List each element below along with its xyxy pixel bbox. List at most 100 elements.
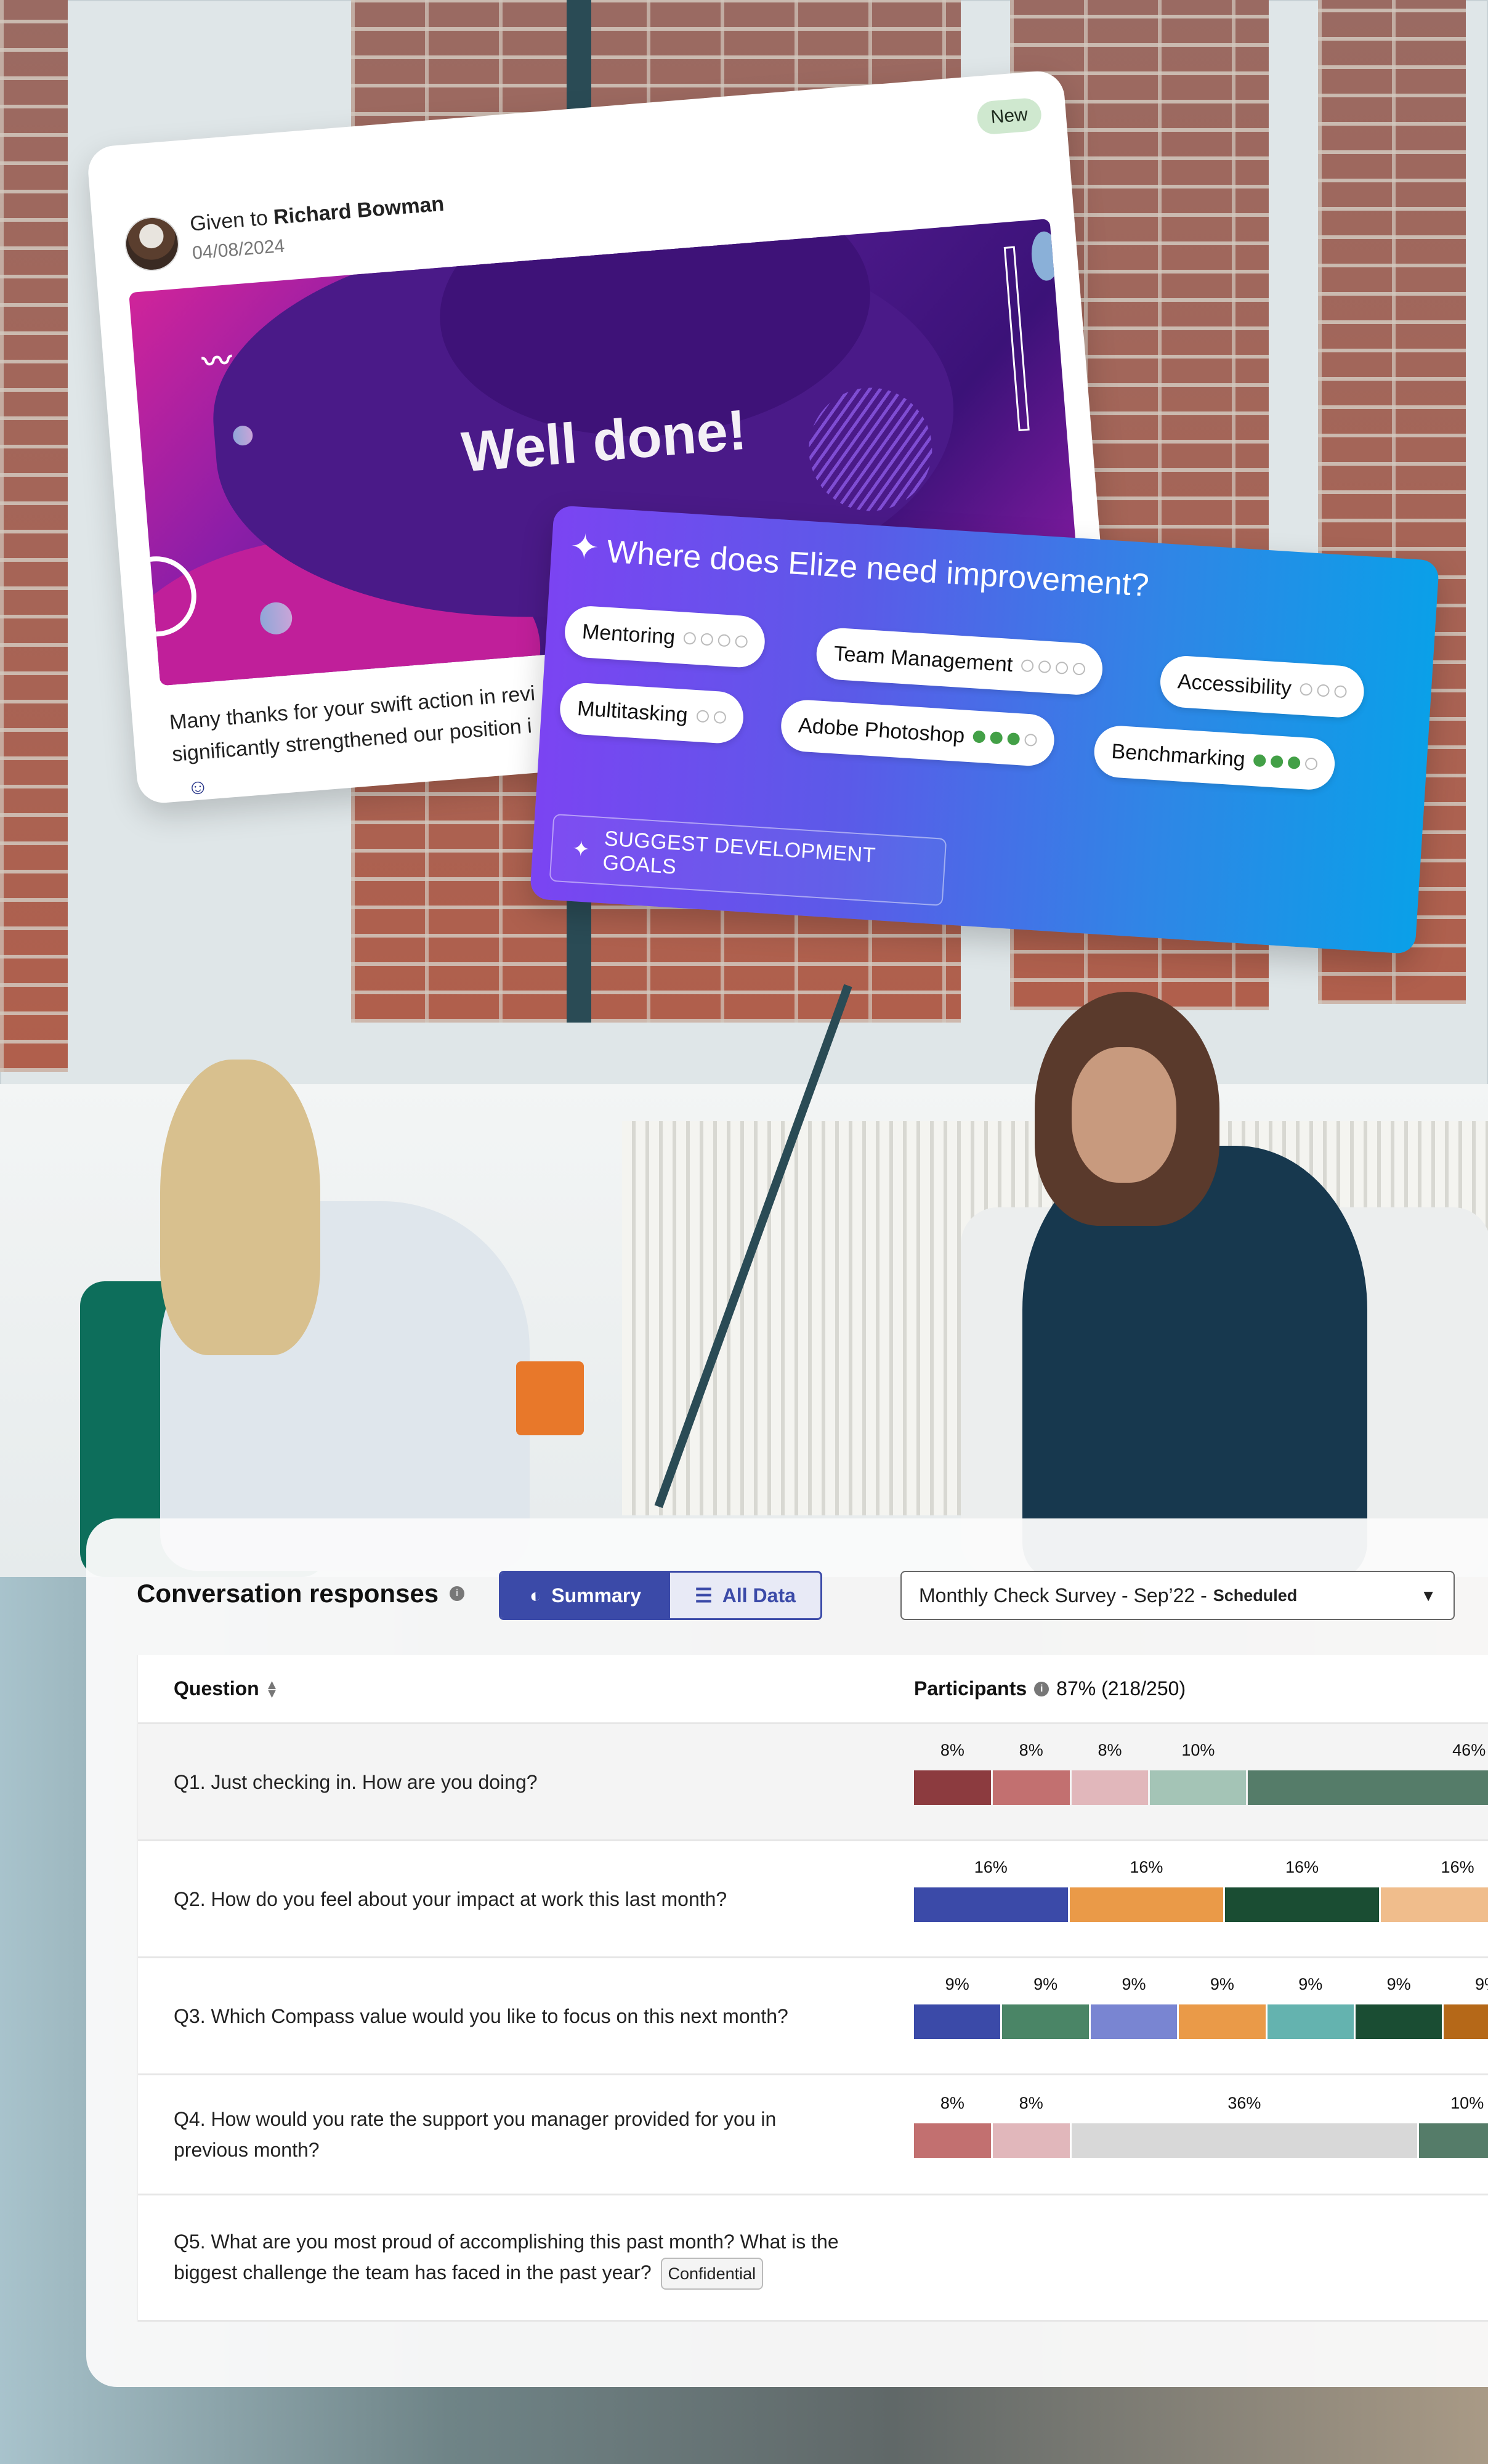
sparkle-icon: ✦ xyxy=(568,526,600,567)
panel-title: Conversation responses xyxy=(137,1579,439,1608)
response-distribution-bar xyxy=(914,2195,1488,2320)
person-right-face xyxy=(1072,1047,1176,1183)
rating-dot-empty[interactable] xyxy=(1055,661,1069,675)
skill-label: Accessibility xyxy=(1176,669,1293,700)
segment-label: 9% xyxy=(945,1975,969,1993)
survey-status: Scheduled xyxy=(1213,1586,1298,1605)
all-data-tab[interactable]: ☰ All Data xyxy=(670,1573,820,1618)
segment-label: 9% xyxy=(1475,1975,1488,1993)
bar-segment[interactable]: 9% xyxy=(1444,1975,1488,2039)
bar-segment[interactable]: 9% xyxy=(1355,1975,1442,2039)
bar-segment[interactable]: 9% xyxy=(1179,1975,1266,2039)
participants-column-header: Participants i 87% (218/250) xyxy=(914,1677,1186,1700)
info-icon[interactable]: i xyxy=(1034,1681,1049,1696)
given-to-prefix: Given to xyxy=(188,206,269,236)
rating-dots xyxy=(972,730,1038,747)
list-icon: ☰ xyxy=(695,1584,713,1607)
summary-tab[interactable]: ◐ Summary xyxy=(501,1573,670,1618)
rating-dot-filled[interactable] xyxy=(1270,755,1284,769)
bar-segment[interactable]: 16% xyxy=(914,1858,1068,1922)
rating-dot-filled[interactable] xyxy=(1007,732,1021,746)
pie-chart-icon: ◐ xyxy=(529,1584,542,1607)
table-row[interactable]: Q5. What are you most proud of accomplis… xyxy=(138,2195,1488,2322)
skill-label: Multitasking xyxy=(576,696,689,727)
question-text: Q3. Which Compass value would you like t… xyxy=(174,2004,788,2027)
rating-dot-empty[interactable] xyxy=(1334,685,1348,699)
response-distribution-bar: 9%9%9%9%9%9%9%9% xyxy=(914,1958,1488,2073)
participants-value: 87% (218/250) xyxy=(1056,1677,1186,1700)
skill-chip[interactable]: Adobe Photoshop xyxy=(779,698,1056,768)
skill-chip[interactable]: Multitasking xyxy=(558,681,745,745)
skill-chip[interactable]: Mentoring xyxy=(563,604,767,669)
skill-chip[interactable]: Benchmarking xyxy=(1093,724,1336,792)
survey-select-value: Monthly Check Survey - Sep’22 - xyxy=(919,1584,1207,1607)
bar-segment[interactable]: 16% xyxy=(1380,1858,1488,1922)
suggest-development-goals-button[interactable]: ✦ SUGGEST DEVELOPMENT GOALS xyxy=(549,813,947,906)
bar-segment[interactable]: 9% xyxy=(1090,1975,1178,2039)
rating-dot-empty[interactable] xyxy=(735,634,748,649)
mug xyxy=(516,1361,584,1435)
rating-dot-empty[interactable] xyxy=(1021,659,1034,673)
rating-dot-empty[interactable] xyxy=(713,710,727,724)
question-text: Q2. How do you feel about your impact at… xyxy=(174,1887,727,1910)
view-toggle: ◐ Summary ☰ All Data xyxy=(499,1571,822,1620)
bar-segment[interactable]: 46% xyxy=(1248,1741,1488,1805)
table-row[interactable]: Q4. How would you rate the support you m… xyxy=(138,2075,1488,2195)
skill-chip[interactable]: Team Management xyxy=(815,626,1104,697)
rating-dot-empty[interactable] xyxy=(1038,660,1051,674)
rating-dot-empty[interactable] xyxy=(695,710,710,723)
rating-dot-filled[interactable] xyxy=(972,730,986,744)
zigzag-icon: 〰 xyxy=(201,344,230,379)
bar-segment[interactable]: 9% xyxy=(914,1975,1001,2039)
bar-segment[interactable]: 36% xyxy=(1071,2094,1418,2158)
new-badge: New xyxy=(976,97,1043,136)
rating-dots xyxy=(1021,659,1086,676)
skill-label: Benchmarking xyxy=(1110,739,1246,771)
bar-segment[interactable]: 10% xyxy=(1150,1741,1247,1805)
bar-segment[interactable]: 9% xyxy=(1267,1975,1354,2039)
rating-dots xyxy=(683,631,748,649)
table-row[interactable]: Q3. Which Compass value would you like t… xyxy=(138,1958,1488,2075)
response-distribution-bar: 16% 16% 16% 16% xyxy=(914,1841,1488,1956)
skill-label: Adobe Photoshop xyxy=(798,713,966,748)
rating-dot-empty[interactable] xyxy=(1300,683,1313,696)
recipient-name[interactable]: Richard Bowman xyxy=(273,192,445,229)
question-cell: Q5. What are you most proud of accomplis… xyxy=(138,2195,914,2320)
segment-label: 10% xyxy=(1450,2094,1484,2112)
segment-label: 36% xyxy=(1227,2094,1261,2112)
info-icon[interactable]: i xyxy=(450,1586,464,1601)
rating-dots xyxy=(1253,754,1319,771)
person-left-hair xyxy=(160,1060,320,1355)
bar-segment[interactable]: 16% xyxy=(1069,1858,1224,1922)
rating-dot-empty[interactable] xyxy=(683,631,697,645)
segment-label: 46% xyxy=(1452,1741,1486,1759)
bar-segment[interactable]: 8% xyxy=(992,1741,1070,1805)
rating-dot-empty[interactable] xyxy=(718,634,731,647)
segment-label: 16% xyxy=(1441,1858,1474,1876)
sort-icon[interactable]: ▲ ▼ xyxy=(265,1677,279,1700)
smiley-icon[interactable]: ☺ xyxy=(186,774,209,800)
table-row[interactable]: Q1. Just checking in. How are you doing?… xyxy=(138,1724,1488,1841)
rating-dot-empty[interactable] xyxy=(1024,733,1038,747)
rating-dot-empty[interactable] xyxy=(700,633,714,646)
rating-dot-empty[interactable] xyxy=(1072,662,1086,676)
bar-segment[interactable]: 16% xyxy=(1225,1858,1379,1922)
bar-segment[interactable]: 8% xyxy=(1071,1741,1149,1805)
rating-dot-empty[interactable] xyxy=(1317,684,1330,697)
bar-segment[interactable]: 8% xyxy=(992,2094,1070,2158)
skill-chip[interactable]: Accessibility xyxy=(1158,654,1366,719)
question-column-header[interactable]: Question ▲ ▼ xyxy=(138,1677,914,1700)
rating-dot-filled[interactable] xyxy=(1253,754,1267,768)
table-row[interactable]: Q2. How do you feel about your impact at… xyxy=(138,1841,1488,1958)
question-cell: Q1. Just checking in. How are you doing? xyxy=(138,1724,914,1839)
bar-segment[interactable]: 8% xyxy=(914,2094,991,2158)
bar-segment[interactable]: 10% xyxy=(1419,2094,1488,2158)
bar-segment[interactable]: 8% xyxy=(914,1741,991,1805)
rating-dot-empty[interactable] xyxy=(1304,757,1319,771)
rating-dot-filled[interactable] xyxy=(1287,756,1301,769)
survey-select[interactable]: Monthly Check Survey - Sep’22 - Schedule… xyxy=(900,1571,1455,1620)
skill-label: Mentoring xyxy=(581,619,676,649)
rating-dot-filled[interactable] xyxy=(990,731,1003,745)
bar-segment[interactable]: 9% xyxy=(1002,1975,1089,2039)
skill-label: Team Management xyxy=(833,641,1014,676)
